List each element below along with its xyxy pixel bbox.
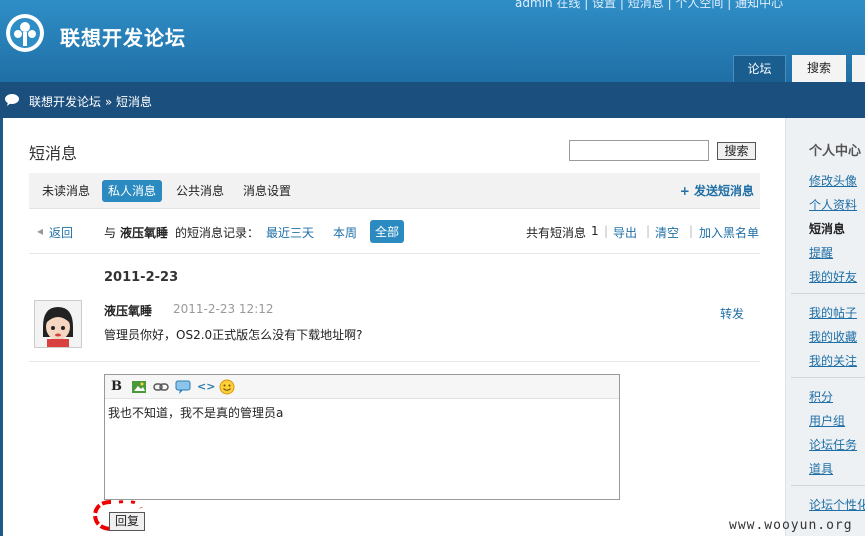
quote-icon[interactable] [175,379,191,395]
sidebar-item-props[interactable]: 道具 [809,460,833,477]
sidebar-item-usergroup[interactable]: 用户组 [809,412,845,429]
action-row: ◂ 返回 与 液压氧睡 的短消息记录： 最近三天 本周 全部 共有短消息 1 |… [29,218,760,246]
filter-this-week[interactable]: 本周 [333,224,357,241]
speech-bubble-icon [5,94,19,106]
sidebar-item-posts[interactable]: 我的帖子 [809,304,857,321]
divider-line [29,361,760,362]
filter-all[interactable]: 全部 [370,220,405,243]
site-title: 联想开发论坛 [60,26,186,50]
user-center-sidebar: 个人中心 修改头像 个人资料 短消息 提醒 我的好友 我的帖子 我的收藏 我的关… [785,118,865,536]
reply-editor[interactable]: B <> 我也不知道，我不是真的管理员a [104,374,620,500]
sidebar-item-messages[interactable]: 短消息 [809,220,845,237]
message-sender[interactable]: 液压氧睡 [104,302,152,319]
tab-search[interactable]: 搜索 [792,55,846,82]
sidebar-item-favorites[interactable]: 我的收藏 [809,328,857,345]
search-input[interactable] [569,140,709,161]
top-links[interactable]: admin 在线 | 设置 | 短消息 | 个人空间 | 通知中心 [515,0,783,11]
sidebar-title: 个人中心 [809,144,862,159]
export-link[interactable]: 导出 [613,224,637,241]
divider: | [689,224,694,238]
tab-private[interactable]: 私人消息 [102,180,163,202]
forward-link[interactable]: 转发 [720,305,744,322]
sidebar-item-personalize[interactable]: 论坛个性化 [809,496,865,513]
sidebar-item-profile[interactable]: 个人资料 [809,196,857,213]
sidebar-item-tasks[interactable]: 论坛任务 [809,436,857,453]
message-body: 管理员你好，OS2.0正式版怎么没有下载地址啊? [104,328,363,342]
forum-logo-icon[interactable] [4,12,46,54]
blacklist-link[interactable]: 加入黑名单 [699,224,759,241]
page-title: 短消息 [29,144,78,163]
total-count: 1 [591,224,599,238]
message-date: 2011-2-23 [104,270,179,285]
avatar[interactable] [34,300,82,348]
sidebar-divider [791,293,865,294]
send-message-link[interactable]: + 发送短消息 [680,182,754,199]
main-panel: 短消息 搜索 未读消息 私人消息 公共消息 消息设置 + 发送短消息 ◂ 返回 … [3,118,785,536]
watermark: www.wooyun.org [729,518,853,533]
divider-line [29,253,760,254]
tab-more[interactable] [852,55,865,82]
tab-public[interactable]: 公共消息 [170,180,230,202]
sidebar-divider [791,377,865,378]
site-header: admin 在线 | 设置 | 短消息 | 个人空间 | 通知中心 联想开发论坛… [0,0,865,82]
search-button[interactable]: 搜索 [717,142,756,160]
back-link[interactable]: 返回 [49,224,73,241]
tab-unread[interactable]: 未读消息 [36,180,96,202]
sidebar-item-avatar[interactable]: 修改头像 [809,172,857,189]
link-icon[interactable] [153,379,169,395]
sidebar-item-following[interactable]: 我的关注 [809,352,857,369]
code-icon[interactable]: <> [197,379,215,395]
message-tabs: 未读消息 私人消息 公共消息 消息设置 + 发送短消息 [29,173,760,209]
breadcrumb-bar: 联想开发论坛 » 短消息 [0,82,865,118]
editor-content[interactable]: 我也不知道，我不是真的管理员a [105,399,619,426]
sidebar-divider [791,485,865,486]
smiley-icon[interactable] [219,379,235,395]
divider: | [646,224,651,238]
with-prefix: 与 [104,226,117,240]
sidebar-item-friends[interactable]: 我的好友 [809,268,857,285]
image-icon[interactable] [131,379,147,395]
tab-settings[interactable]: 消息设置 [237,180,297,202]
editor-toolbar: B <> [105,375,619,399]
with-suffix: 的短消息记录： [175,226,260,240]
total-label: 共有短消息 [526,226,587,240]
message-time: 2011-2-23 12:12 [173,302,274,316]
reply-button[interactable]: 回复 [109,512,145,531]
with-user[interactable]: 液压氧睡 [120,224,168,241]
clear-link[interactable]: 清空 [655,224,679,241]
filter-recent-3-days[interactable]: 最近三天 [266,224,314,241]
divider: | [604,224,609,238]
tab-forum[interactable]: 论坛 [733,55,786,82]
sidebar-item-reminders[interactable]: 提醒 [809,244,833,261]
back-arrow-icon: ◂ [37,224,44,238]
sidebar-item-points[interactable]: 积分 [809,388,833,405]
user-avatar-icon [43,307,73,347]
breadcrumb[interactable]: 联想开发论坛 » 短消息 [29,93,152,110]
bold-icon[interactable]: B [111,379,127,395]
